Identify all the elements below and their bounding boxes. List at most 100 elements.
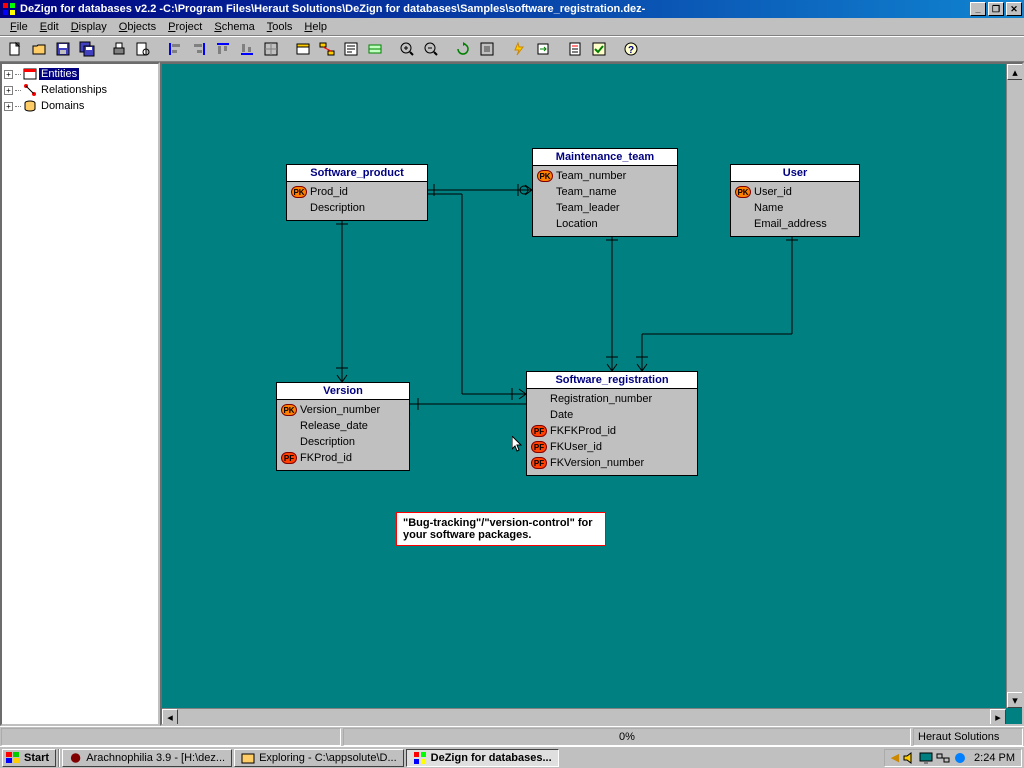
entity-tool-button[interactable] bbox=[292, 38, 314, 60]
attribute: FKProd_id bbox=[300, 452, 352, 464]
tray-app-icon[interactable] bbox=[953, 751, 967, 765]
report-button[interactable] bbox=[564, 38, 586, 60]
menu-file[interactable]: File bbox=[4, 20, 34, 34]
task-dezign[interactable]: DeZign for databases... bbox=[406, 749, 559, 767]
scroll-right-icon[interactable]: ▸ bbox=[990, 709, 1006, 725]
network-icon[interactable] bbox=[936, 751, 950, 765]
attribute: FKUser_id bbox=[550, 441, 602, 453]
expand-icon[interactable]: + bbox=[4, 102, 13, 111]
entity-title: Software_product bbox=[287, 165, 427, 182]
entity-maintenance-team[interactable]: Maintenance_team PKTeam_number Team_name… bbox=[532, 148, 678, 237]
menubar: File Edit Display Objects Project Schema… bbox=[0, 18, 1024, 36]
expand-icon[interactable]: + bbox=[4, 70, 13, 79]
status-message bbox=[1, 728, 341, 746]
diagram-canvas[interactable]: Software_product PKProd_id Description M… bbox=[160, 62, 1024, 726]
minimize-button[interactable]: _ bbox=[970, 2, 986, 16]
pk-icon: PK bbox=[735, 186, 751, 198]
open-button[interactable] bbox=[28, 38, 50, 60]
entity-user[interactable]: User PKUser_id Name Email_address bbox=[730, 164, 860, 237]
tree-label: Domains bbox=[39, 100, 86, 112]
domain-icon bbox=[23, 99, 37, 113]
entity-title: Version bbox=[277, 383, 409, 400]
menu-objects[interactable]: Objects bbox=[113, 20, 162, 34]
scroll-left-icon[interactable]: ◂ bbox=[162, 709, 178, 725]
tree-item-entities[interactable]: + Entities bbox=[4, 66, 156, 82]
pk-icon: PK bbox=[537, 170, 553, 182]
tree-item-domains[interactable]: + Domains bbox=[4, 98, 156, 114]
attribute: Name bbox=[754, 202, 783, 214]
attribute: Team_name bbox=[556, 186, 617, 198]
entity-software-product[interactable]: Software_product PKProd_id Description bbox=[286, 164, 428, 221]
maximize-button[interactable]: ❐ bbox=[988, 2, 1004, 16]
relationship-tool-button[interactable] bbox=[316, 38, 338, 60]
tree-label: Entities bbox=[39, 68, 79, 80]
scroll-up-icon[interactable]: ▴ bbox=[1007, 64, 1023, 80]
entity-icon bbox=[23, 67, 37, 81]
attribute: Date bbox=[550, 409, 573, 421]
menu-project[interactable]: Project bbox=[162, 20, 208, 34]
zoom-in-button[interactable] bbox=[396, 38, 418, 60]
window-title: DeZign for databases v2.2 -C:\Program Fi… bbox=[20, 3, 970, 15]
note-text: "Bug-tracking"/"version-control" for you… bbox=[403, 517, 593, 541]
note[interactable]: "Bug-tracking"/"version-control" for you… bbox=[396, 512, 606, 546]
attribute: Prod_id bbox=[310, 186, 348, 198]
generate-button[interactable] bbox=[508, 38, 530, 60]
task-explorer[interactable]: Exploring - C:\appsolute\D... bbox=[234, 749, 404, 767]
align-right-button[interactable] bbox=[188, 38, 210, 60]
vertical-scrollbar[interactable]: ▴ ▾ bbox=[1006, 64, 1022, 708]
statusbar: 0% Heraut Solutions bbox=[0, 726, 1024, 746]
attribute: Location bbox=[556, 218, 598, 230]
relationship-icon bbox=[23, 83, 37, 97]
system-tray: ◀ 2:24 PM bbox=[884, 749, 1022, 767]
close-button[interactable]: ✕ bbox=[1006, 2, 1022, 16]
new-button[interactable] bbox=[4, 38, 26, 60]
tray-icon[interactable]: ◀ bbox=[891, 751, 899, 764]
help-button[interactable]: ? bbox=[620, 38, 642, 60]
display-icon[interactable] bbox=[919, 751, 933, 765]
menu-help[interactable]: Help bbox=[298, 20, 333, 34]
save-button[interactable] bbox=[52, 38, 74, 60]
grid-button[interactable] bbox=[260, 38, 282, 60]
note-tool-button[interactable] bbox=[340, 38, 362, 60]
export-button[interactable] bbox=[532, 38, 554, 60]
scroll-down-icon[interactable]: ▾ bbox=[1007, 692, 1023, 708]
attribute: User_id bbox=[754, 186, 792, 198]
menu-display[interactable]: Display bbox=[65, 20, 113, 34]
domain-tool-button[interactable] bbox=[364, 38, 386, 60]
windows-icon bbox=[5, 751, 21, 765]
attribute: Email_address bbox=[754, 218, 827, 230]
save-all-button[interactable] bbox=[76, 38, 98, 60]
fk-icon: PF bbox=[531, 441, 547, 453]
entity-software-registration[interactable]: Software_registration Registration_numbe… bbox=[526, 371, 698, 476]
check-button[interactable] bbox=[588, 38, 610, 60]
align-left-button[interactable] bbox=[164, 38, 186, 60]
task-arachnophilia[interactable]: Arachnophilia 3.9 - [H:\dez... bbox=[62, 749, 232, 767]
menu-tools[interactable]: Tools bbox=[261, 20, 299, 34]
entity-version[interactable]: Version PKVersion_number Release_date De… bbox=[276, 382, 410, 471]
fk-icon: PF bbox=[281, 452, 297, 464]
svg-text:?: ? bbox=[628, 45, 634, 56]
task-label: Exploring - C:\appsolute\D... bbox=[259, 752, 397, 764]
attribute: Team_leader bbox=[556, 202, 620, 214]
entity-title: User bbox=[731, 165, 859, 182]
start-button[interactable]: Start bbox=[2, 749, 56, 767]
menu-schema[interactable]: Schema bbox=[208, 20, 260, 34]
horizontal-scrollbar[interactable]: ◂ ▸ bbox=[162, 708, 1006, 724]
align-top-button[interactable] bbox=[212, 38, 234, 60]
tree-panel: + Entities + Relationships + Domains bbox=[0, 62, 160, 726]
align-bottom-button[interactable] bbox=[236, 38, 258, 60]
print-button[interactable] bbox=[108, 38, 130, 60]
pk-icon: PK bbox=[291, 186, 307, 198]
refresh-button[interactable] bbox=[452, 38, 474, 60]
tree-item-relationships[interactable]: + Relationships bbox=[4, 82, 156, 98]
menu-edit[interactable]: Edit bbox=[34, 20, 65, 34]
volume-icon[interactable] bbox=[902, 751, 916, 765]
fit-button[interactable] bbox=[476, 38, 498, 60]
attribute: Description bbox=[300, 436, 355, 448]
attribute: Team_number bbox=[556, 170, 626, 182]
start-label: Start bbox=[24, 752, 49, 764]
expand-icon[interactable]: + bbox=[4, 86, 13, 95]
entity-title: Software_registration bbox=[527, 372, 697, 389]
print-preview-button[interactable] bbox=[132, 38, 154, 60]
zoom-out-button[interactable] bbox=[420, 38, 442, 60]
